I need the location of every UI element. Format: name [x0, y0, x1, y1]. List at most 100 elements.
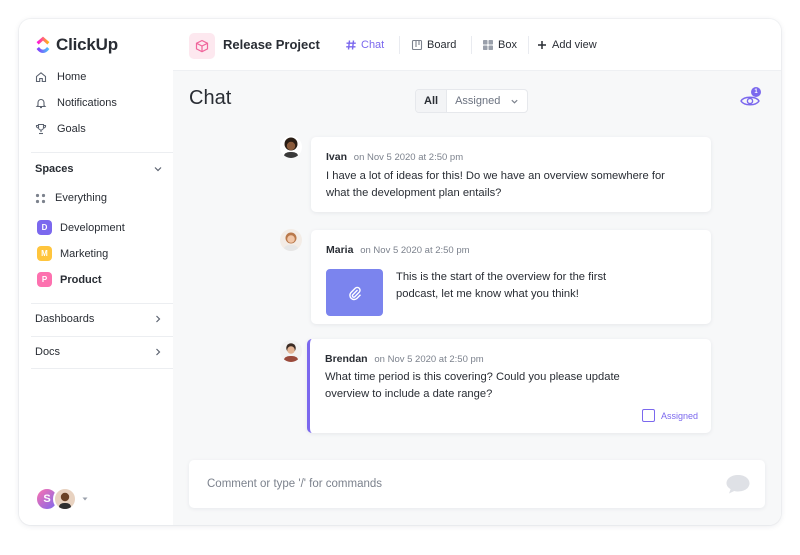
chat-message[interactable]: Brendan on Nov 5 2020 at 2:50 pm What ti… [307, 339, 711, 433]
chat-message[interactable]: Maria on Nov 5 2020 at 2:50 pm This is t… [311, 230, 711, 324]
sidebar-divider [31, 336, 173, 337]
space-badge-product: P [37, 272, 52, 287]
message-time: on Nov 5 2020 at 2:50 pm [360, 245, 470, 256]
message-header: Maria on Nov 5 2020 at 2:50 pm [326, 244, 470, 256]
board-icon [411, 39, 423, 51]
tab-box-label: Box [498, 39, 517, 51]
message-text-line: This is the start of the overview for th… [396, 271, 607, 283]
avatar-maria [280, 229, 302, 251]
clickup-logo[interactable]: ClickUp [35, 35, 118, 55]
avatar-ivan [280, 136, 302, 158]
project-header: Release Project Chat Board Box Add view [173, 19, 781, 71]
add-view-label: Add view [552, 39, 597, 51]
nav-home[interactable]: Home [35, 71, 86, 83]
user-photo-avatar [53, 487, 77, 511]
spaces-label: Spaces [35, 163, 74, 175]
project-title: Release Project [223, 37, 320, 52]
space-product[interactable]: P Product [37, 272, 102, 287]
everything-icon [35, 193, 46, 203]
assigned-checkbox[interactable]: Assigned [641, 409, 698, 422]
sidebar-divider [31, 368, 173, 369]
message-text-line: What time period is this covering? Could… [325, 371, 620, 383]
dashboards-label: Dashboards [35, 313, 95, 325]
avatar-brendan [280, 340, 302, 362]
nav-goals[interactable]: Goals [35, 123, 86, 135]
comment-input[interactable] [207, 474, 687, 494]
message-text: This is the start of the overview for th… [396, 269, 606, 303]
main-panel: Release Project Chat Board Box Add view … [173, 19, 781, 525]
chevron-right-icon [156, 315, 161, 323]
space-development[interactable]: D Development [37, 220, 125, 235]
tab-separator [471, 36, 472, 54]
chat-filter: All Assigned [415, 89, 529, 113]
message-text-line: overview to include a date range? [325, 388, 493, 400]
sidebar: ClickUp Home Notifications Goals Spaces [19, 19, 173, 525]
message-text-line: what the development plan entails? [326, 187, 502, 199]
nav-notifications-label: Notifications [57, 97, 117, 109]
page-title: Chat [189, 87, 232, 109]
sidebar-docs[interactable]: Docs [35, 346, 163, 358]
nav-goals-label: Goals [57, 123, 86, 135]
message-header: Brendan on Nov 5 2020 at 2:50 pm [325, 353, 484, 365]
message-time: on Nov 5 2020 at 2:50 pm [353, 152, 464, 163]
space-label-product: Product [60, 273, 102, 286]
bell-icon [35, 99, 47, 109]
checkbox-icon [641, 409, 655, 422]
user-menu[interactable]: S [35, 487, 89, 511]
sidebar-dashboards[interactable]: Dashboards [35, 313, 163, 325]
cube-icon [195, 39, 209, 53]
everything-label: Everything [55, 192, 107, 204]
tab-separator [399, 36, 400, 54]
space-marketing[interactable]: M Marketing [37, 246, 108, 261]
caret-down-icon [82, 497, 88, 501]
tab-board[interactable]: Board [411, 39, 456, 51]
paperclip-icon [348, 286, 361, 300]
message-text-line: I have a lot of ideas for this! Do we ha… [326, 170, 665, 182]
tab-board-label: Board [427, 39, 457, 51]
space-badge-marketing: M [37, 246, 52, 261]
message-text: What time period is this covering? Could… [325, 369, 620, 403]
space-label-development: Development [60, 221, 125, 234]
message-text: I have a lot of ideas for this! Do we ha… [326, 168, 665, 202]
clickup-logo-icon [36, 36, 50, 53]
filter-assigned-label: Assigned [455, 95, 501, 107]
tab-chat-label: Chat [361, 39, 385, 51]
space-everything[interactable]: Everything [35, 192, 107, 204]
tab-separator [528, 36, 529, 54]
plus-icon [537, 40, 547, 50]
sidebar-divider [31, 303, 173, 304]
filter-all-button[interactable]: All [416, 90, 448, 112]
speech-bubble-icon[interactable] [725, 473, 751, 495]
nav-notifications[interactable]: Notifications [35, 97, 117, 109]
project-icon [189, 33, 215, 59]
tab-box[interactable]: Box [482, 39, 517, 51]
tab-chat[interactable]: Chat [345, 39, 384, 51]
message-text-line: podcast, let me know what you think! [396, 288, 579, 300]
trophy-icon [35, 123, 47, 135]
message-header: Ivan on Nov 5 2020 at 2:50 pm [326, 151, 463, 163]
app-window: ClickUp Home Notifications Goals Spaces [19, 19, 781, 525]
space-label-marketing: Marketing [60, 247, 109, 260]
chevron-down-icon [154, 167, 162, 172]
filter-assigned-dropdown[interactable]: Assigned [447, 90, 527, 112]
add-view-button[interactable]: Add view [537, 39, 597, 51]
message-time: on Nov 5 2020 at 2:50 pm [374, 354, 484, 365]
message-author: Brendan [325, 353, 368, 365]
message-author: Maria [326, 244, 354, 256]
home-icon [35, 72, 47, 83]
attachment-thumbnail[interactable] [326, 269, 383, 316]
docs-label: Docs [35, 346, 61, 358]
chat-message[interactable]: Ivan on Nov 5 2020 at 2:50 pm I have a l… [311, 137, 711, 212]
assigned-label: Assigned [660, 410, 698, 421]
nav-home-label: Home [57, 71, 87, 83]
grid-icon [482, 39, 494, 51]
space-badge-development: D [37, 220, 52, 235]
chevron-right-icon [156, 348, 161, 356]
spaces-toggle[interactable]: Spaces [35, 163, 163, 175]
sidebar-divider [31, 152, 173, 153]
logo-text: ClickUp [56, 35, 118, 54]
chevron-down-icon [511, 99, 518, 104]
comment-composer [189, 460, 765, 508]
message-author: Ivan [326, 151, 348, 163]
watchers-count-badge: 1 [751, 87, 761, 97]
